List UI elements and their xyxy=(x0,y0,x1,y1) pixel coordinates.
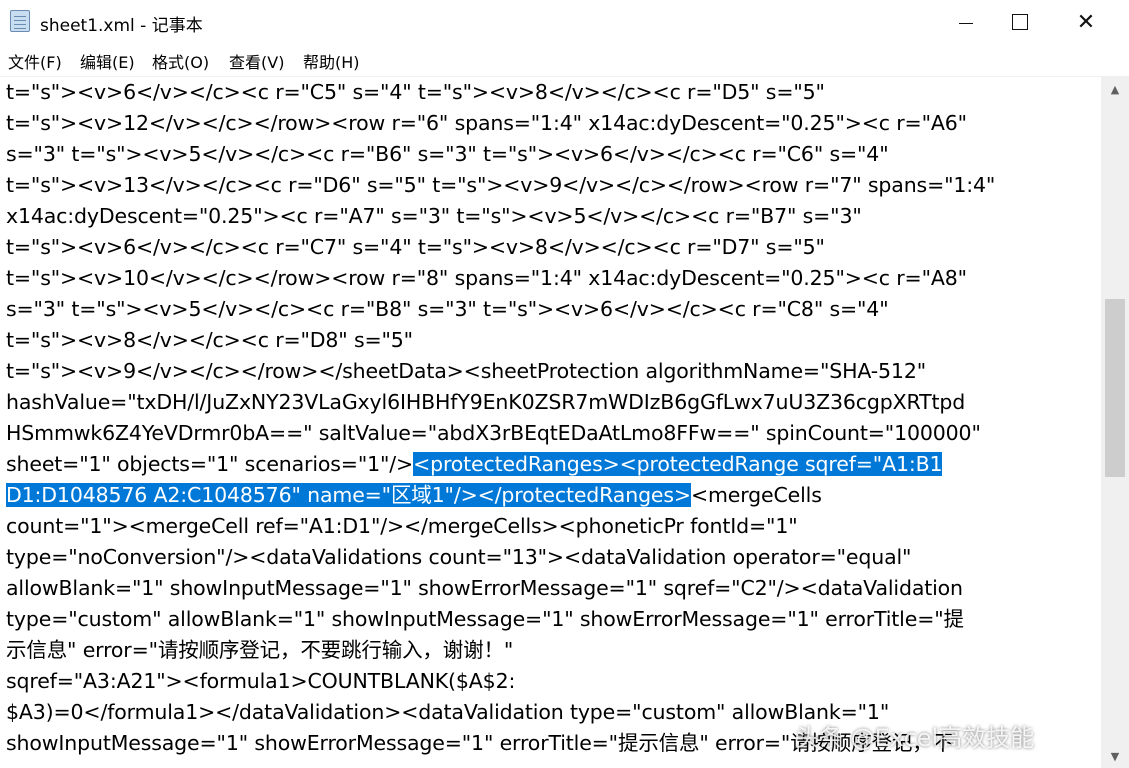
watermark: 头条 @Excel高效技能 xyxy=(795,724,1035,752)
text-line: type="noConversion"/><dataValidations co… xyxy=(6,542,911,573)
text-line: t="s"><v>12</v></c></row><row r="6" span… xyxy=(6,108,967,139)
text-line: t="s"><v>10</v></c></row><row r="8" span… xyxy=(6,263,967,294)
text-line: t="s"><v>9</v></c></row></sheetData><she… xyxy=(6,356,926,387)
menu-file[interactable]: 文件(F) xyxy=(8,49,62,73)
line-text: allowBlank="1" showInputMessage="1" show… xyxy=(6,576,963,600)
text-line: $A3)=0</formula1></dataValidation><dataV… xyxy=(6,697,889,728)
scrollbar-thumb[interactable] xyxy=(1105,299,1125,477)
text-line: 示信息" error="请按顺序登记，不要跳行输入，谢谢！" xyxy=(6,635,513,666)
maximize-icon xyxy=(1012,14,1028,30)
text-line: s="3" t="s"><v>5</v></c><c r="B8" s="3" … xyxy=(6,294,889,325)
line-text: type="custom" allowBlank="1" showInputMe… xyxy=(6,607,964,631)
scroll-down-arrow-icon[interactable]: ▼ xyxy=(1101,744,1129,768)
line-text: t="s"><v>12</v></c></row><row r="6" span… xyxy=(6,111,967,135)
minimize-button[interactable] xyxy=(940,0,992,44)
notepad-icon xyxy=(10,10,30,32)
minimize-icon xyxy=(959,22,973,24)
title-bar: sheet1.xml - 记事本 ✕ xyxy=(0,0,1129,44)
text-line: D1:D1048576 A2:C1048576" name="区域1"/></p… xyxy=(6,480,822,511)
line-text: t="s"><v>6</v></c><c r="C7" s="4" t="s">… xyxy=(6,235,825,259)
line-text: type="noConversion"/><dataValidations co… xyxy=(6,545,912,569)
line-text: count="1"><mergeCell ref="A1:D1"/></merg… xyxy=(6,514,798,538)
menu-format[interactable]: 格式(O) xyxy=(152,49,209,73)
scroll-up-arrow-icon[interactable]: ▲ xyxy=(1101,77,1129,101)
text-line: s="3" t="s"><v>5</v></c><c r="B6" s="3" … xyxy=(6,139,889,170)
text-line: t="s"><v>6</v></c><c r="C5" s="4" t="s">… xyxy=(6,77,825,108)
line-text: <mergeCells xyxy=(690,483,822,507)
maximize-button[interactable] xyxy=(994,0,1046,44)
line-text: t="s"><v>8</v></c><c r="D8" s="5" xyxy=(6,328,413,352)
line-text: s="3" t="s"><v>5</v></c><c r="B6" s="3" … xyxy=(6,142,889,166)
line-text: HSmmwk6Z4YeVDrmr0bA==" saltValue="abdX3r… xyxy=(6,421,981,445)
line-text: sqref="A3:A21"><formula1>COUNTBLANK($A$2… xyxy=(6,669,516,693)
text-line: t="s"><v>8</v></c><c r="D8" s="5" xyxy=(6,325,413,356)
text-line: sqref="A3:A21"><formula1>COUNTBLANK($A$2… xyxy=(6,666,515,697)
line-text: t="s"><v>10</v></c></row><row r="8" span… xyxy=(6,266,967,290)
line-text: t="s"><v>6</v></c><c r="C5" s="4" t="s">… xyxy=(6,80,825,104)
menu-view[interactable]: 查看(V) xyxy=(229,49,284,73)
vertical-scrollbar[interactable]: ▲ ▼ xyxy=(1101,77,1129,768)
text-editor[interactable]: t="s"><v>6</v></c><c r="C5" s="4" t="s">… xyxy=(0,77,1101,768)
line-text: x14ac:dyDescent="0.25"><c r="A7" s="3" t… xyxy=(6,204,862,228)
close-button[interactable]: ✕ xyxy=(1060,0,1112,44)
text-line: count="1"><mergeCell ref="A1:D1"/></merg… xyxy=(6,511,798,542)
text-line: allowBlank="1" showInputMessage="1" show… xyxy=(6,573,963,604)
selected-text: <protectedRanges><protectedRange sqref="… xyxy=(413,452,943,476)
text-line: x14ac:dyDescent="0.25"><c r="A7" s="3" t… xyxy=(6,201,862,232)
menu-edit[interactable]: 编辑(E) xyxy=(80,49,135,73)
window-title: sheet1.xml - 记事本 xyxy=(40,16,203,36)
text-line: sheet="1" objects="1" scenarios="1"/><pr… xyxy=(6,449,943,480)
menu-help[interactable]: 帮助(H) xyxy=(303,49,360,73)
text-line: hashValue="txDH/l/JuZxNY23VLaGxyl6IHBHfY… xyxy=(6,387,965,418)
line-text: sheet="1" objects="1" scenarios="1"/> xyxy=(6,452,414,476)
line-text: t="s"><v>9</v></c></row></sheetData><she… xyxy=(6,359,926,383)
text-line: HSmmwk6Z4YeVDrmr0bA==" saltValue="abdX3r… xyxy=(6,418,981,449)
line-text: t="s"><v>13</v></c><c r="D6" s="5" t="s"… xyxy=(6,173,996,197)
menu-bar: 文件(F) 编辑(E) 格式(O) 查看(V) 帮助(H) xyxy=(0,44,1129,77)
line-text: $A3)=0</formula1></dataValidation><dataV… xyxy=(6,700,890,724)
line-text: hashValue="txDH/l/JuZxNY23VLaGxyl6IHBHfY… xyxy=(6,390,966,414)
line-text: s="3" t="s"><v>5</v></c><c r="B8" s="3" … xyxy=(6,297,889,321)
line-text: 示信息" error="请按顺序登记，不要跳行输入，谢谢！" xyxy=(6,638,514,662)
selected-text: D1:D1048576 A2:C1048576" name="区域1"/></p… xyxy=(6,483,691,507)
text-line: type="custom" allowBlank="1" showInputMe… xyxy=(6,604,964,635)
close-icon: ✕ xyxy=(1076,9,1096,35)
text-line: t="s"><v>6</v></c><c r="C7" s="4" t="s">… xyxy=(6,232,825,263)
text-line: t="s"><v>13</v></c><c r="D6" s="5" t="s"… xyxy=(6,170,995,201)
